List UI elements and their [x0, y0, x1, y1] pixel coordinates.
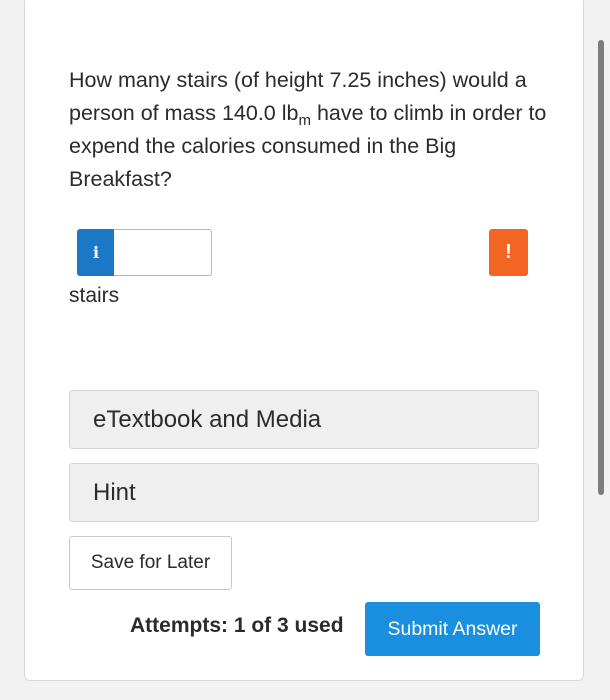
question-text: How many stairs (of height 7.25 inches) … [69, 64, 549, 196]
hint-panel[interactable]: Hint [69, 463, 539, 522]
warning-icon: ! [505, 241, 512, 263]
attempts-counter: Attempts: 1 of 3 used [130, 614, 344, 637]
save-for-later-button[interactable]: Save for Later [69, 536, 232, 590]
info-button[interactable]: i [77, 229, 115, 276]
etextbook-media-label: eTextbook and Media [93, 405, 322, 433]
answer-input[interactable] [114, 229, 212, 276]
submit-answer-button[interactable]: Submit Answer [365, 602, 540, 656]
info-icon: i [92, 243, 100, 262]
etextbook-media-panel[interactable]: eTextbook and Media [69, 390, 539, 449]
warning-button[interactable]: ! [489, 229, 528, 276]
hint-label: Hint [93, 478, 136, 506]
scrollbar[interactable] [598, 40, 604, 495]
answer-unit-label: stairs [69, 284, 120, 307]
mass-unit-subscript: m [298, 112, 311, 129]
